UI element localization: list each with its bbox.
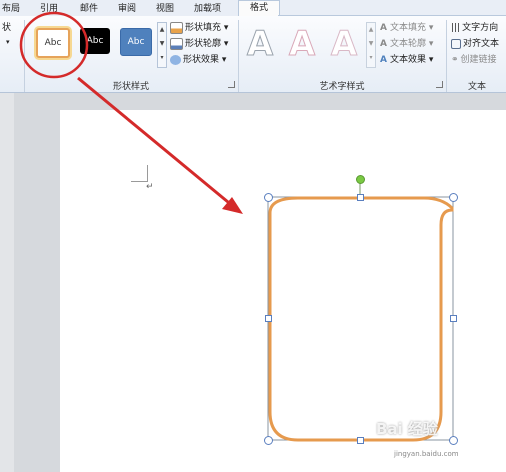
watermark-url: jingyan.baidu.com	[394, 450, 459, 458]
resize-handle-top[interactable]	[357, 194, 364, 201]
highlight-circle	[19, 11, 89, 79]
resize-handle-bottom[interactable]	[357, 437, 364, 444]
rotate-handle[interactable]	[356, 175, 365, 184]
selection-box	[267, 196, 454, 441]
annotation-overlay	[19, 11, 454, 442]
resize-handle-left[interactable]	[265, 315, 272, 322]
resize-handle-bottom-right[interactable]	[449, 436, 458, 445]
red-arrow-line	[77, 76, 235, 209]
resize-handle-top-right[interactable]	[449, 193, 458, 202]
resize-handle-bottom-left[interactable]	[264, 436, 273, 445]
resize-handle-top-left[interactable]	[264, 193, 273, 202]
watermark-logo: Bai 经验	[376, 420, 438, 438]
rounded-rectangle-shape	[268, 196, 454, 442]
resize-handle-right[interactable]	[450, 315, 457, 322]
